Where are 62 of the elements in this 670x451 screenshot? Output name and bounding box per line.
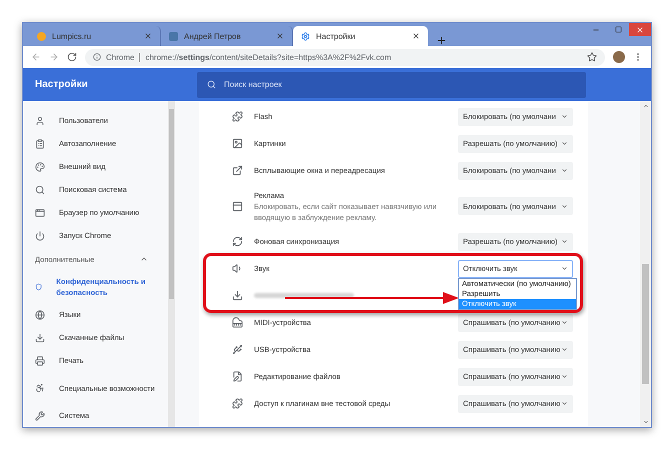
collapse-icon (140, 255, 148, 263)
scroll-up-icon[interactable] (642, 103, 648, 109)
setting-icon (232, 138, 243, 149)
sidebar-item-icon (35, 383, 45, 393)
scroll-down-icon[interactable] (642, 419, 648, 425)
setting-icon (232, 398, 243, 409)
sidebar-item-icon (35, 116, 45, 126)
caret-icon (561, 113, 568, 120)
maximize-icon (614, 26, 622, 33)
caret-icon (561, 140, 568, 147)
star-icon (587, 52, 597, 62)
back-icon (31, 52, 41, 62)
caret-icon (561, 400, 568, 407)
sidebar-item-icon (35, 310, 45, 320)
sidebar-item-icon (35, 162, 45, 172)
setting-icon (232, 200, 243, 212)
address-field[interactable]: Chrome chrome://settings/content/siteDetails?site=https%3A%2F%2Fvk.com (85, 48, 605, 66)
avatar[interactable] (613, 51, 625, 63)
caret-icon (561, 238, 568, 245)
site-label: Chrome (106, 52, 140, 62)
vk-logo-icon (169, 32, 178, 40)
sidebar-item-icon (35, 184, 45, 194)
close-button[interactable] (629, 23, 651, 36)
scrollbar[interactable] (640, 101, 651, 427)
caret-icon (561, 265, 568, 272)
reload-icon (67, 52, 77, 62)
sidebar-item-icon (35, 356, 45, 366)
browser-tab[interactable]: Настройки (293, 26, 428, 46)
setting-icon (232, 111, 243, 122)
setting-icon (232, 344, 243, 355)
sidebar-item-icon (35, 282, 42, 292)
setting-icon (232, 165, 243, 176)
setting-icon (232, 317, 243, 328)
page-title: Настройки (34, 79, 89, 90)
sidebar-item-icon (35, 410, 45, 420)
sidebar-item-icon (35, 230, 45, 240)
setting-icon (232, 290, 243, 301)
close-icon (412, 32, 420, 40)
setting-icon (232, 371, 243, 382)
scrollbar[interactable] (168, 101, 175, 427)
forward-icon (49, 52, 59, 62)
sidebar-item-icon (35, 138, 45, 148)
caret-icon (561, 202, 568, 210)
site-favicon (37, 32, 46, 40)
new-tab-icon (436, 35, 447, 46)
setting-icon (232, 236, 243, 247)
sidebar-item-icon (35, 208, 45, 218)
caret-icon (561, 167, 568, 174)
sidebar-item-icon (35, 332, 45, 342)
close-icon (144, 32, 152, 40)
search-field[interactable]: Поиск настроек (197, 72, 586, 98)
setting-icon (232, 263, 243, 274)
caret-icon (561, 319, 568, 326)
caret-icon (561, 373, 568, 380)
close-icon (276, 32, 284, 40)
gear-icon (301, 32, 310, 40)
search-icon (207, 80, 216, 89)
caret-icon (561, 346, 568, 353)
scroll-thumb[interactable] (642, 264, 649, 384)
close-icon (636, 26, 644, 34)
info-icon (93, 53, 101, 61)
url-text: chrome://settings/content/siteDetails?site=https%3A%2F%2Fvk.com (145, 52, 392, 62)
